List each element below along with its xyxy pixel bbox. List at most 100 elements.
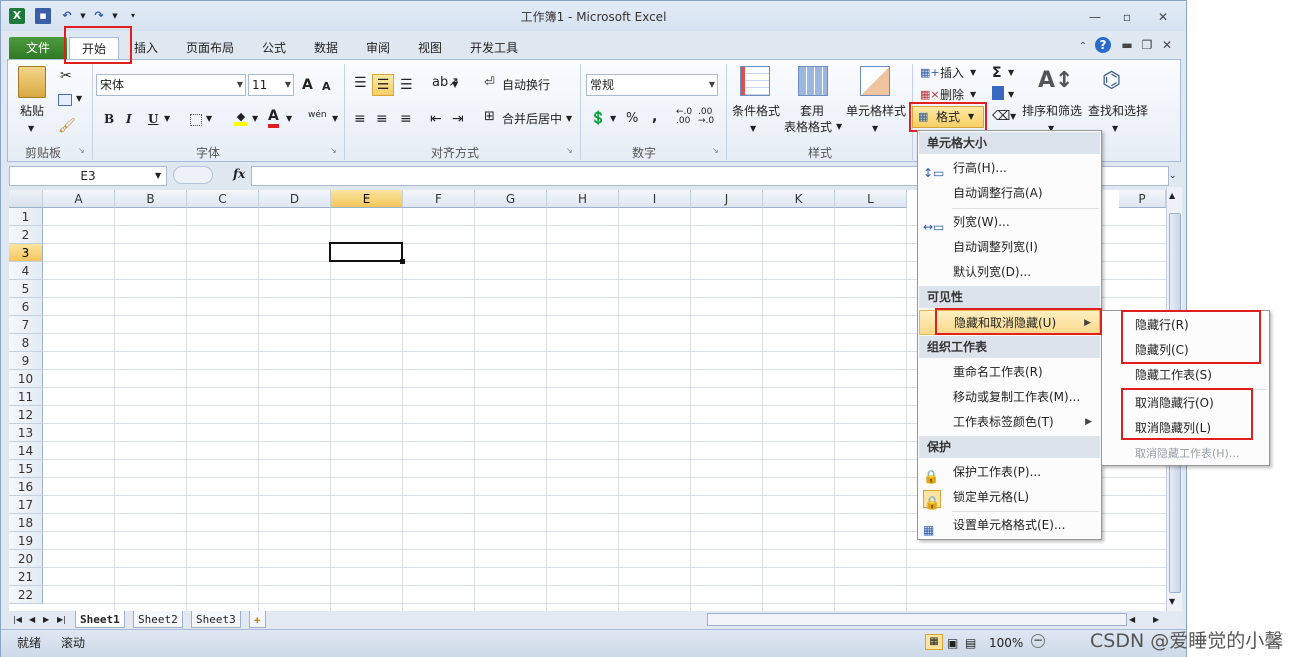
menu-move-copy[interactable]: 移动或复制工作表(M)... (919, 385, 1100, 410)
cell-styles-button[interactable]: 单元格样式 (844, 104, 908, 118)
menu-autofit-row[interactable]: 自动调整行高(A) (919, 181, 1100, 206)
align-top-icon[interactable]: ☰ (354, 74, 367, 92)
row-header-18[interactable]: 18 (9, 514, 43, 532)
menu-lock-cell[interactable]: 🔒 锁定单元格(L) (919, 485, 1100, 511)
bold-button[interactable]: B (104, 110, 114, 128)
menu-rename-sheet[interactable]: 重命名工作表(R) (919, 360, 1100, 385)
merge-center-button[interactable]: 合并后居中 (502, 110, 562, 128)
horizontal-scrollbar[interactable] (707, 613, 1127, 626)
clipboard-launcher-icon[interactable]: ↘ (78, 146, 85, 155)
delete-cells-icon[interactable]: ▦× (920, 86, 940, 104)
font-launcher-icon[interactable]: ↘ (330, 146, 337, 155)
conditional-format-button[interactable]: 条件格式 (730, 104, 782, 118)
phonetic-dropdown-icon[interactable]: ▼ (332, 110, 338, 128)
row-header-2[interactable]: 2 (9, 226, 43, 244)
binoculars-icon[interactable]: ⌬ (1102, 66, 1121, 96)
insert-cells-dropdown-icon[interactable]: ▼ (970, 64, 976, 82)
find-select-button[interactable]: 查找和选择 (1086, 104, 1150, 118)
format-as-table-icon[interactable] (798, 66, 828, 96)
column-header-E[interactable]: E (331, 190, 403, 208)
column-header-B[interactable]: B (115, 190, 187, 208)
row-header-3[interactable]: 3 (9, 244, 43, 262)
number-format-combo[interactable]: 常规 ▼ (586, 74, 718, 96)
copy-dropdown-icon[interactable]: ▼ (76, 94, 82, 103)
column-header-D[interactable]: D (259, 190, 331, 208)
font-color-button[interactable]: A (268, 108, 279, 128)
delete-cells-dropdown-icon[interactable]: ▼ (970, 86, 976, 104)
autosum-button[interactable]: Σ (992, 64, 1002, 82)
zoom-level[interactable]: 100% (989, 634, 1023, 652)
format-as-table-dropdown-icon[interactable]: ▼ (836, 120, 842, 134)
decrease-indent-icon[interactable]: ⇤ (430, 110, 442, 128)
tab-review[interactable]: 审阅 (355, 37, 401, 59)
merge-center-icon[interactable]: ⊞ (484, 108, 495, 126)
minimize-icon[interactable]: — (1085, 9, 1105, 25)
accounting-dropdown-icon[interactable]: ▼ (610, 110, 616, 128)
sort-filter-button[interactable]: 排序和筛选 (1020, 104, 1084, 118)
comma-button[interactable]: , (652, 108, 657, 126)
first-sheet-icon[interactable]: |◀ (13, 611, 22, 629)
sheet-tab-2[interactable]: Sheet2 (133, 611, 183, 628)
border-icon[interactable] (190, 114, 202, 126)
tab-developer[interactable]: 开发工具 (461, 37, 527, 59)
align-left-icon[interactable]: ≡ (354, 110, 366, 128)
new-sheet-icon[interactable]: ✚ (249, 611, 266, 628)
next-sheet-icon[interactable]: ▶ (43, 611, 49, 629)
insert-function-button[interactable]: fx (233, 167, 245, 181)
font-size-dropdown-icon[interactable]: ▼ (285, 75, 291, 95)
insert-cells-button[interactable]: 插入 (940, 64, 964, 82)
increase-decimal-icon[interactable]: ←.0.00 (676, 108, 692, 126)
format-as-table-line1[interactable]: 套用 (794, 104, 830, 118)
row-header-6[interactable]: 6 (9, 298, 43, 316)
font-name-combo[interactable]: 宋体 ▼ (96, 74, 246, 96)
fill-icon[interactable] (992, 86, 1004, 100)
border-dropdown-icon[interactable]: ▼ (206, 110, 212, 128)
select-all-corner[interactable] (9, 190, 43, 208)
column-header-G[interactable]: G (475, 190, 547, 208)
underline-button[interactable]: U (148, 110, 158, 128)
column-header-L[interactable]: L (835, 190, 907, 208)
active-cell[interactable] (329, 242, 403, 262)
help-icon[interactable]: ? (1095, 37, 1111, 53)
normal-view-icon[interactable]: ▦ (925, 634, 943, 650)
formula-expand-icon[interactable]: ⌄ (1169, 167, 1177, 185)
font-name-dropdown-icon[interactable]: ▼ (237, 75, 243, 95)
submenu-hide-rows[interactable]: 隐藏行(R) (1103, 313, 1268, 338)
font-grow-button[interactable]: A (302, 76, 313, 94)
prev-sheet-icon[interactable]: ◀ (29, 611, 35, 629)
number-format-dropdown-icon[interactable]: ▼ (709, 75, 715, 95)
column-header-A[interactable]: A (43, 190, 115, 208)
italic-button[interactable]: I (126, 110, 132, 128)
doc-close-icon[interactable]: ✕ (1157, 37, 1177, 53)
row-header-21[interactable]: 21 (9, 568, 43, 586)
fill-color-dropdown-icon[interactable]: ▼ (252, 110, 258, 128)
row-header-11[interactable]: 11 (9, 388, 43, 406)
increase-indent-icon[interactable]: ⇥ (452, 110, 464, 128)
paste-button[interactable]: 粘贴 (16, 104, 48, 118)
wrap-text-button[interactable]: 自动换行 (502, 76, 550, 94)
row-header-20[interactable]: 20 (9, 550, 43, 568)
row-header-8[interactable]: 8 (9, 334, 43, 352)
submenu-hide-sheet[interactable]: 隐藏工作表(S) (1103, 363, 1268, 388)
sheet-tab-1[interactable]: Sheet1 (75, 611, 125, 628)
name-box[interactable]: E3 (9, 166, 167, 186)
orientation-dropdown-icon[interactable]: ▼ (452, 76, 458, 94)
fill-dropdown-icon[interactable]: ▼ (1008, 86, 1014, 104)
page-break-view-icon[interactable]: ▤ (965, 634, 976, 652)
close-icon[interactable]: ✕ (1153, 9, 1173, 25)
ribbon-collapse-icon[interactable]: ⌃ (1073, 39, 1093, 55)
column-header-K[interactable]: K (763, 190, 835, 208)
insert-cells-icon[interactable]: ▦+ (920, 64, 940, 82)
row-header-16[interactable]: 16 (9, 478, 43, 496)
sort-filter-icon[interactable]: A↕ (1038, 66, 1073, 96)
name-box-dropdown-icon[interactable]: ▼ (155, 167, 161, 185)
column-header-P[interactable]: P (1119, 190, 1166, 208)
menu-row-height[interactable]: ↕▭ 行高(H)... (919, 156, 1100, 181)
menu-protect-sheet[interactable]: 🔒 保护工作表(P)... (919, 460, 1100, 485)
row-header-13[interactable]: 13 (9, 424, 43, 442)
column-header-C[interactable]: C (187, 190, 259, 208)
align-bottom-icon[interactable]: ☰ (400, 76, 413, 94)
scroll-up-icon[interactable]: ▲ (1169, 187, 1175, 205)
phonetic-button[interactable]: wén (308, 106, 327, 124)
tab-data[interactable]: 数据 (303, 37, 349, 59)
